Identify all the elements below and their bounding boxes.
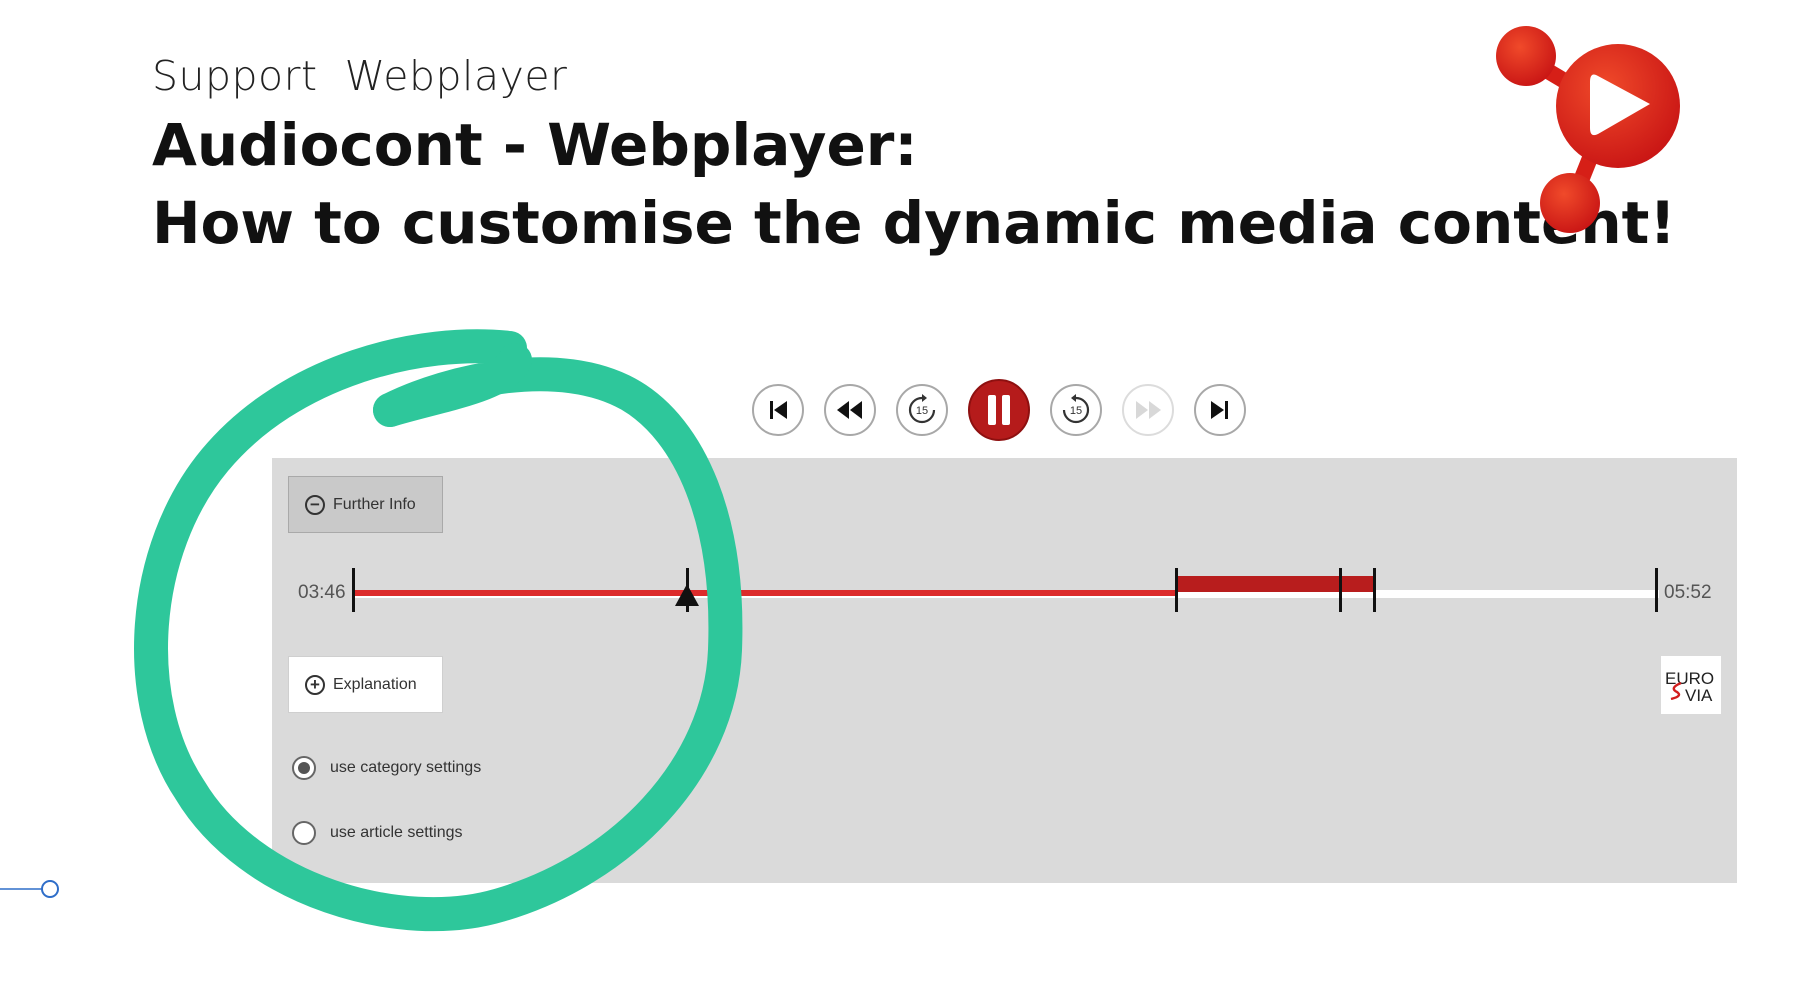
pause-icon	[988, 395, 1010, 425]
rewind-button[interactable]	[824, 384, 876, 436]
timeline-start-tick	[352, 568, 355, 612]
time-end: 05:52	[1664, 582, 1712, 603]
segment-marker-tick[interactable]	[1339, 568, 1342, 612]
fast-forward-icon	[1136, 401, 1161, 419]
slide-title-line-2: How to customise the dynamic media conte…	[152, 189, 1676, 257]
skip-forward-icon	[1211, 401, 1228, 419]
radio-label-article: use article settings	[330, 824, 463, 841]
replay-15-icon: 15	[908, 394, 936, 424]
minus-circle-icon: −	[305, 494, 325, 515]
timeline-segment[interactable]	[1177, 576, 1375, 592]
radio-button-unselected[interactable]	[292, 821, 316, 845]
audiocont-logo-icon	[1496, 26, 1680, 233]
eurovia-swoosh-icon	[1670, 682, 1682, 700]
eurovia-logo: EURO VIA	[1661, 656, 1721, 714]
further-info-button[interactable]: − Further Info	[288, 476, 443, 533]
radio-button-selected[interactable]	[292, 756, 316, 780]
time-start: 03:46	[298, 582, 346, 603]
radio-label-category: use category settings	[330, 759, 482, 776]
skip-to-end-button[interactable]	[1194, 384, 1246, 436]
back-15-button[interactable]: 15	[896, 384, 948, 436]
slide-connector-icon	[0, 880, 59, 898]
timeline-track[interactable]	[352, 568, 1659, 612]
rewind-icon	[837, 401, 862, 419]
skip-back-icon	[770, 401, 787, 419]
segment-start-tick[interactable]	[1175, 568, 1178, 612]
explanation-label: Explanation	[333, 675, 417, 693]
forward-15-button[interactable]: 15	[1050, 384, 1102, 436]
slide-title-line-1: Audiocont - Webplayer:	[152, 111, 918, 179]
radio-use-category-settings[interactable]: use category settings	[292, 756, 481, 780]
player-panel: − Further Info 03:46 05:52 + Explanation…	[272, 458, 1737, 883]
skip-to-start-button[interactable]	[752, 384, 804, 436]
pause-button[interactable]	[968, 379, 1030, 441]
plus-circle-icon: +	[305, 674, 325, 695]
fast-forward-button[interactable]	[1122, 384, 1174, 436]
timeline-progress	[354, 590, 1177, 596]
svg-text:15: 15	[1070, 405, 1082, 417]
add-marker-handle[interactable]	[675, 568, 699, 612]
timeline-end-tick	[1655, 568, 1658, 612]
slide-kicker: Support Webplayer	[152, 52, 568, 100]
forward-15-icon: 15	[1062, 394, 1090, 424]
further-info-label: Further Info	[333, 495, 416, 513]
add-marker-icon	[675, 584, 699, 606]
slide-heading: Support Webplayer Audiocont - Webplayer:…	[152, 52, 1676, 262]
explanation-button[interactable]: + Explanation	[288, 656, 443, 713]
svg-text:15: 15	[916, 405, 928, 417]
segment-end-tick[interactable]	[1373, 568, 1376, 612]
radio-use-article-settings[interactable]: use article settings	[292, 821, 463, 845]
